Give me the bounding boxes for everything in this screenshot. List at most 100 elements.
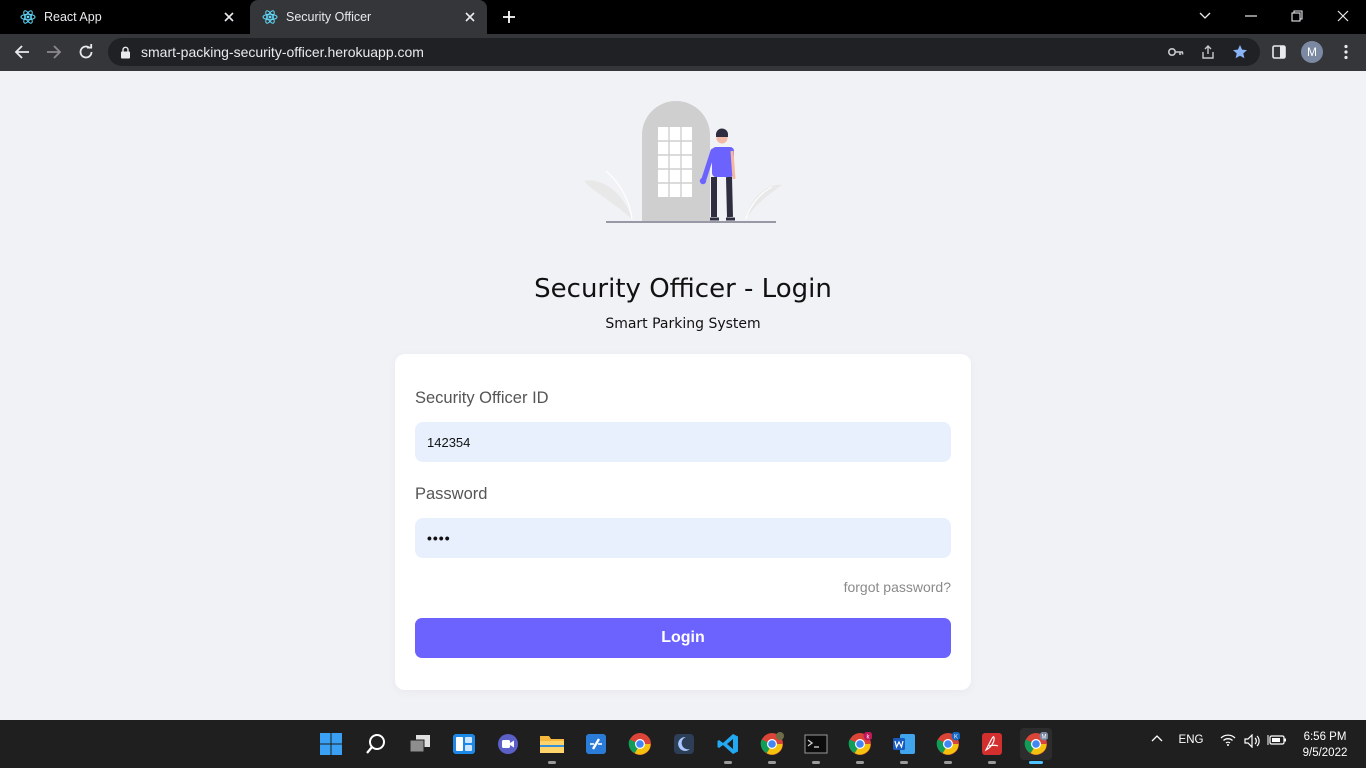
login-page: Security Officer - Login Smart Parking S… [0, 71, 1366, 720]
running-indicator [768, 761, 776, 764]
more-vert-icon [1344, 44, 1348, 60]
close-icon[interactable] [220, 8, 238, 26]
officer-id-label: Security Officer ID [415, 389, 549, 407]
url-text: smart-packing-security-officer.herokuapp… [141, 44, 424, 60]
taskbar-search-button[interactable] [360, 728, 392, 760]
app-icon [586, 734, 606, 754]
app-button[interactable] [580, 728, 612, 760]
chrome-button[interactable] [624, 728, 656, 760]
key-icon [1168, 48, 1184, 56]
password-input[interactable]: •••• [415, 518, 951, 558]
active-indicator [1029, 761, 1043, 764]
running-indicator [812, 761, 820, 764]
chrome-button-active[interactable]: M [1020, 728, 1052, 764]
tab-security-officer[interactable]: Security Officer [250, 0, 487, 34]
page-title: Security Officer - Login [534, 274, 832, 304]
running-indicator [988, 761, 996, 764]
chrome-icon: M [1024, 732, 1048, 755]
running-indicator [548, 761, 556, 764]
windows-icon [320, 733, 342, 755]
close-icon[interactable] [461, 8, 479, 26]
arrow-right-icon [47, 45, 62, 59]
task-view-button[interactable] [404, 728, 436, 760]
chevron-up-icon [1151, 735, 1163, 742]
task-view-icon [409, 735, 430, 753]
page-subtitle: Smart Parking System [605, 316, 761, 332]
pdf-icon [982, 733, 1002, 755]
terminal-icon [804, 734, 828, 754]
tab-title: React App [44, 10, 102, 24]
restore-icon [1291, 10, 1303, 22]
file-explorer-button[interactable] [536, 728, 568, 764]
login-card: Security Officer ID 142354 Password ••••… [395, 354, 971, 690]
login-button[interactable]: Login [415, 618, 951, 658]
passwords-button[interactable] [1166, 42, 1186, 62]
arrow-left-icon [14, 45, 29, 59]
restore-button[interactable] [1274, 0, 1320, 32]
chrome-icon: K [936, 732, 960, 755]
chrome-button[interactable]: k [844, 728, 876, 764]
clock-time: 6:56 PM [1303, 731, 1347, 743]
password-label: Password [415, 485, 488, 503]
side-panel-button[interactable] [1269, 42, 1289, 62]
tab-title: Security Officer [286, 10, 372, 24]
volume-icon[interactable] [1243, 734, 1263, 748]
language-indicator[interactable]: ENG [1176, 734, 1206, 746]
browser-toolbar: smart-packing-security-officer.herokuapp… [0, 34, 1366, 71]
wifi-icon[interactable] [1218, 734, 1238, 746]
running-indicator [900, 761, 908, 764]
tab-search-button[interactable] [1182, 0, 1228, 32]
system-clock[interactable]: 6:56 PM 9/5/2022 [1290, 729, 1360, 761]
acrobat-button[interactable] [976, 728, 1008, 764]
share-icon [1202, 45, 1214, 59]
widgets-icon [453, 734, 475, 754]
tab-react-app[interactable]: React App [8, 0, 246, 34]
battery-icon[interactable] [1267, 734, 1287, 746]
show-hidden-icons-button[interactable] [1148, 734, 1166, 742]
new-tab-button[interactable] [498, 7, 520, 27]
back-button[interactable] [10, 40, 34, 64]
bookmark-button[interactable] [1230, 42, 1250, 62]
app-button[interactable] [668, 728, 700, 760]
side-panel-icon [1272, 45, 1286, 59]
teams-chat-button[interactable] [492, 728, 524, 760]
chrome-button[interactable] [756, 728, 788, 764]
word-icon [893, 734, 915, 754]
plus-icon [503, 11, 515, 23]
clock-date: 9/5/2022 [1302, 747, 1348, 759]
close-window-button[interactable] [1320, 0, 1366, 32]
chevron-down-icon [1199, 12, 1211, 19]
running-indicator [724, 761, 732, 764]
chrome-icon: k [848, 732, 872, 755]
minimize-icon [1245, 15, 1257, 17]
profile-avatar[interactable]: M [1301, 41, 1323, 63]
chrome-button[interactable]: K [932, 728, 964, 764]
vscode-button[interactable] [712, 728, 744, 764]
star-icon [1233, 45, 1247, 59]
address-bar[interactable]: smart-packing-security-officer.herokuapp… [108, 38, 1260, 66]
close-icon [1337, 10, 1349, 22]
reload-button[interactable] [74, 40, 98, 64]
officer-id-input[interactable]: 142354 [415, 422, 951, 462]
terminal-button[interactable] [800, 728, 832, 764]
forgot-password-link[interactable]: forgot password? [844, 579, 951, 595]
chrome-icon [628, 733, 651, 755]
running-indicator [944, 761, 952, 764]
windows-taskbar: k K M ENG 6:56 PM 9/5/2022 [0, 720, 1366, 768]
running-indicator [856, 761, 864, 764]
forward-button[interactable] [42, 40, 66, 64]
start-button[interactable] [315, 728, 347, 760]
search-icon [366, 734, 385, 754]
browser-tabstrip: React App Security Officer [0, 0, 1366, 34]
minimize-button[interactable] [1228, 0, 1274, 32]
word-button[interactable] [888, 728, 920, 764]
share-button[interactable] [1198, 42, 1218, 62]
menu-button[interactable] [1336, 42, 1356, 62]
profile-badge: M [1042, 734, 1047, 740]
widgets-button[interactable] [448, 728, 480, 760]
folder-icon [540, 736, 564, 753]
lock-icon[interactable] [120, 46, 131, 59]
chrome-icon [760, 732, 784, 755]
chat-icon [498, 734, 518, 754]
react-icon [20, 9, 36, 25]
